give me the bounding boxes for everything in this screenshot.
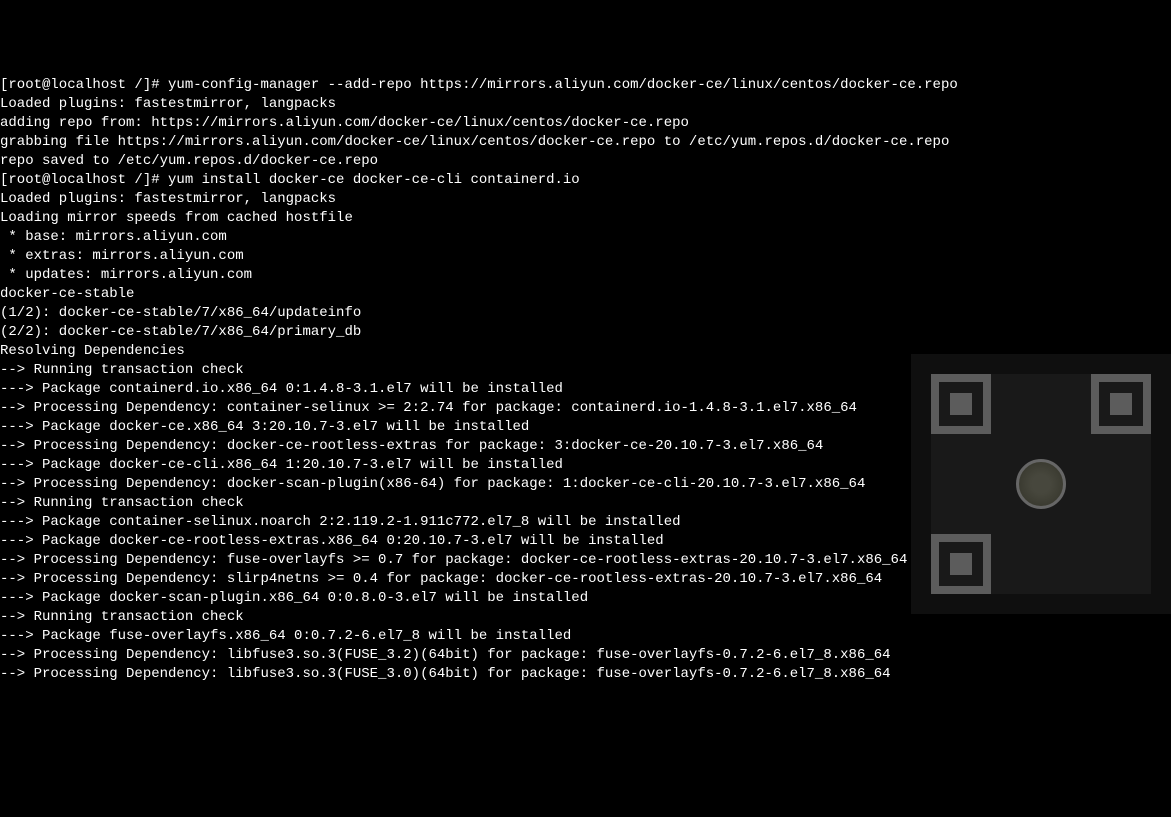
terminal-line: * updates: mirrors.aliyun.com [0,266,1171,285]
terminal-line: [root@localhost /]# yum install docker-c… [0,171,1171,190]
terminal-line: repo saved to /etc/yum.repos.d/docker-ce… [0,152,1171,171]
terminal-line: docker-ce-stable [0,285,1171,304]
qr-finder-icon [1091,374,1151,434]
terminal-line: Loading mirror speeds from cached hostfi… [0,209,1171,228]
terminal-line: [root@localhost /]# yum-config-manager -… [0,76,1171,95]
terminal-line: ---> Package fuse-overlayfs.x86_64 0:0.7… [0,627,1171,646]
qr-center-logo-icon [1016,459,1066,509]
qr-finder-icon [931,534,991,594]
terminal-line: (2/2): docker-ce-stable/7/x86_64/primary… [0,323,1171,342]
terminal-line: * base: mirrors.aliyun.com [0,228,1171,247]
terminal-line: (1/2): docker-ce-stable/7/x86_64/updatei… [0,304,1171,323]
terminal-line: grabbing file https://mirrors.aliyun.com… [0,133,1171,152]
terminal-line: adding repo from: https://mirrors.aliyun… [0,114,1171,133]
qr-finder-icon [931,374,991,434]
qr-code-pattern [931,374,1151,594]
terminal-line: Loaded plugins: fastestmirror, langpacks [0,95,1171,114]
qr-code-watermark [911,354,1171,614]
terminal-line: * extras: mirrors.aliyun.com [0,247,1171,266]
terminal-line: Loaded plugins: fastestmirror, langpacks [0,190,1171,209]
terminal-line: --> Processing Dependency: libfuse3.so.3… [0,665,1171,684]
terminal-line: --> Processing Dependency: libfuse3.so.3… [0,646,1171,665]
